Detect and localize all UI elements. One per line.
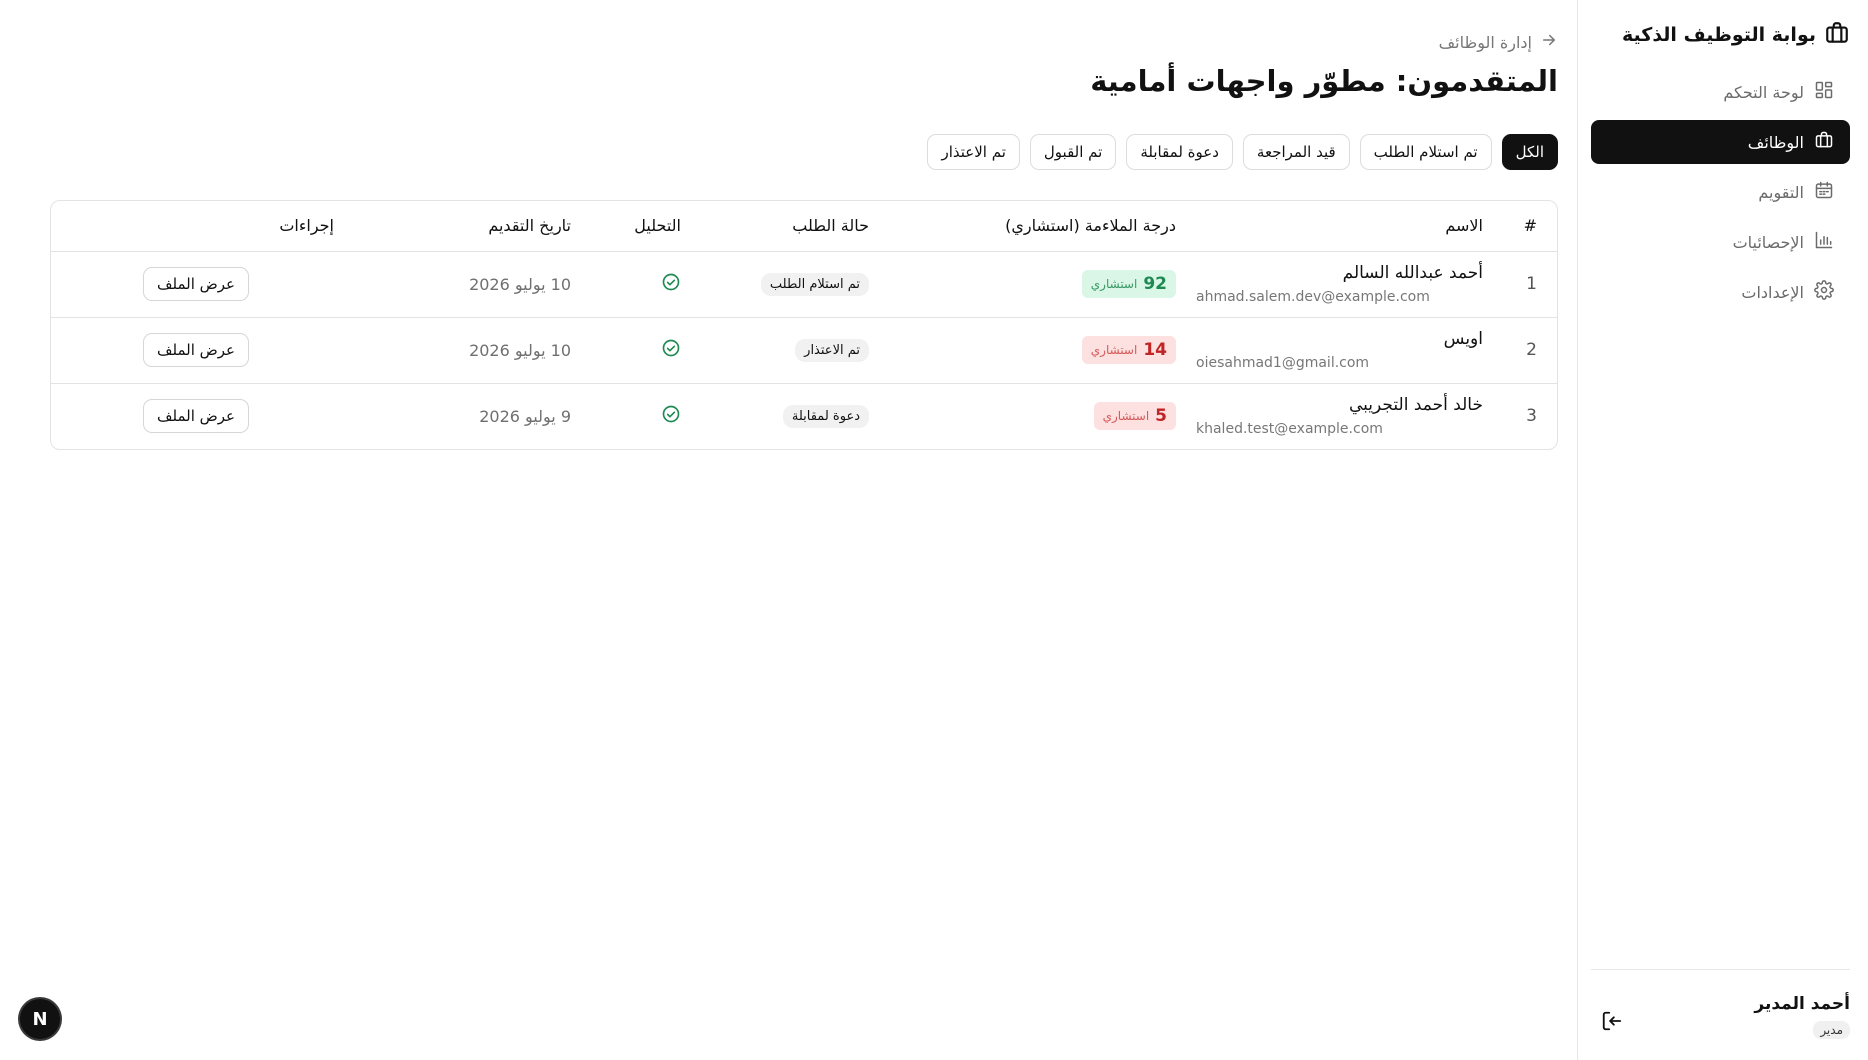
filter-chip-received[interactable]: تم استلام الطلب [1359, 134, 1492, 170]
application-date: 10 يوليو 2026 [469, 340, 571, 360]
view-profile-button[interactable]: عرض الملف [142, 399, 249, 434]
actions-cell: عرض الملف [51, 383, 344, 449]
check-circle-icon[interactable] [661, 405, 681, 428]
main-content: إدارة الوظائف المتقدمون: مطوّر واجهات أم… [50, 0, 1558, 1060]
sidebar-item-calendar[interactable]: التقويم [1591, 170, 1850, 214]
logout-icon [1601, 1011, 1623, 1036]
column-header-number: # [1493, 201, 1557, 252]
column-header-score: درجة الملاءمة (استشاري) [879, 201, 1186, 252]
status-cell: تم الاعتذار [691, 317, 879, 383]
dashboard-grid-icon [1814, 80, 1834, 104]
candidate-email: ahmad.salem.dev@example.com [1196, 289, 1430, 305]
calendar-icon [1814, 180, 1834, 204]
candidate-email: oiesahmad1@gmail.com [1196, 355, 1370, 371]
score-label: استشاري [1090, 343, 1138, 357]
candidate-name: اويس [1443, 329, 1483, 349]
actions-cell: عرض الملف [51, 251, 344, 317]
check-circle-icon[interactable] [661, 339, 681, 362]
score-cell: 5 استشاري [879, 383, 1186, 449]
check-circle-icon[interactable] [661, 273, 681, 296]
sidebar: بوابة التوظيف الذكية لوحة التحكم الوظائف [1577, 0, 1868, 1060]
status-badge: تم استلام الطلب [760, 272, 869, 296]
filter-chip-interview[interactable]: دعوة لمقابلة [1126, 134, 1233, 170]
score-badge: 92 استشاري [1081, 270, 1176, 298]
analysis-cell [581, 317, 691, 383]
sidebar-nav: لوحة التحكم الوظائف التقويم الإحصائيات ا… [1591, 70, 1850, 320]
page-title: المتقدمون: مطوّر واجهات أمامية [1090, 64, 1558, 98]
score-value: 14 [1143, 340, 1167, 360]
application-date: 9 يوليو 2026 [479, 406, 571, 426]
briefcase-icon [1814, 130, 1834, 154]
actions-cell: عرض الملف [51, 317, 344, 383]
application-date: 10 يوليو 2026 [469, 274, 571, 294]
sidebar-item-dashboard[interactable]: لوحة التحكم [1591, 70, 1850, 114]
gear-icon [1814, 280, 1834, 304]
sidebar-item-label: الإعدادات [1741, 282, 1804, 302]
column-header-status: حالة الطلب [691, 201, 879, 252]
filter-chip-all[interactable]: الكل [1501, 134, 1558, 170]
score-label: استشاري [1090, 277, 1138, 291]
sidebar-item-label: الإحصائيات [1732, 232, 1804, 252]
filter-chip-accepted[interactable]: تم القبول [1029, 134, 1117, 170]
filter-chip-under-review[interactable]: قيد المراجعة [1242, 134, 1350, 170]
candidate-cell: اويس oiesahmad1@gmail.com [1186, 317, 1493, 383]
candidate-cell: أحمد عبدالله السالم ahmad.salem.dev@exam… [1186, 251, 1493, 317]
brand-title: بوابة التوظيف الذكية [1622, 24, 1816, 46]
sidebar-item-jobs[interactable]: الوظائف [1591, 120, 1850, 164]
applicants-table: # الاسم درجة الملاءمة (استشاري) حالة الط… [50, 200, 1558, 450]
sidebar-item-statistics[interactable]: الإحصائيات [1591, 220, 1850, 264]
view-profile-button[interactable]: عرض الملف [142, 333, 249, 367]
status-cell: تم استلام الطلب [691, 251, 879, 317]
table-header-row: # الاسم درجة الملاءمة (استشاري) حالة الط… [51, 201, 1557, 252]
sidebar-item-settings[interactable]: الإعدادات [1591, 270, 1850, 314]
row-number: 2 [1526, 340, 1537, 360]
bar-chart-icon [1814, 230, 1834, 254]
user-panel: أحمد المدير مدير [1591, 969, 1850, 1060]
back-link[interactable]: إدارة الوظائف [1439, 31, 1558, 53]
arrow-right-icon [1540, 31, 1558, 53]
column-header-analysis: التحليل [581, 201, 691, 252]
table-row: 2 اويس oiesahmad1@gmail.com 14 استشاري ت… [51, 317, 1557, 383]
status-cell: دعوة لمقابلة [691, 383, 879, 449]
score-cell: 92 استشاري [879, 251, 1186, 317]
column-header-date: تاريخ التقديم [344, 201, 581, 252]
status-badge: دعوة لمقابلة [782, 404, 869, 428]
candidate-cell: خالد أحمد التجريبي khaled.test@example.c… [1186, 383, 1493, 449]
view-profile-button[interactable]: عرض الملف [142, 267, 249, 301]
score-value: 92 [1143, 274, 1167, 294]
table-row: 1 أحمد عبدالله السالم ahmad.salem.dev@ex… [51, 251, 1557, 317]
score-badge: 14 استشاري [1081, 336, 1176, 364]
candidate-email: khaled.test@example.com [1196, 421, 1383, 438]
brand[interactable]: بوابة التوظيف الذكية [1622, 20, 1850, 50]
logout-button[interactable] [1599, 1010, 1623, 1034]
score-label: استشاري [1102, 409, 1150, 424]
filter-chip-rejected[interactable]: تم الاعتذار [927, 134, 1020, 170]
framework-dev-badge[interactable]: N [20, 999, 60, 1039]
analysis-cell [581, 383, 691, 449]
score-value: 5 [1155, 406, 1167, 427]
column-header-name: الاسم [1186, 201, 1493, 252]
candidate-name: أحمد عبدالله السالم [1342, 263, 1483, 283]
back-link-label: إدارة الوظائف [1438, 32, 1532, 52]
user-name: أحمد المدير [1754, 994, 1850, 1014]
sidebar-item-label: لوحة التحكم [1723, 82, 1804, 102]
sidebar-item-label: التقويم [1758, 182, 1804, 202]
score-cell: 14 استشاري [879, 317, 1186, 383]
analysis-cell [581, 251, 691, 317]
row-number: 1 [1526, 274, 1537, 294]
score-badge: 5 استشاري [1093, 402, 1176, 431]
user-role-badge: مدير [1813, 1021, 1850, 1039]
sidebar-item-label: الوظائف [1747, 132, 1804, 152]
status-filter-bar: الكل تم استلام الطلب قيد المراجعة دعوة ل… [927, 134, 1558, 170]
candidate-name: خالد أحمد التجريبي [1349, 395, 1483, 416]
column-header-actions: إجراءات [51, 201, 344, 252]
row-number: 3 [1526, 406, 1537, 427]
table-row: 3 خالد أحمد التجريبي khaled.test@example… [51, 383, 1557, 449]
status-badge: تم الاعتذار [795, 338, 869, 362]
briefcase-icon [1824, 20, 1850, 50]
